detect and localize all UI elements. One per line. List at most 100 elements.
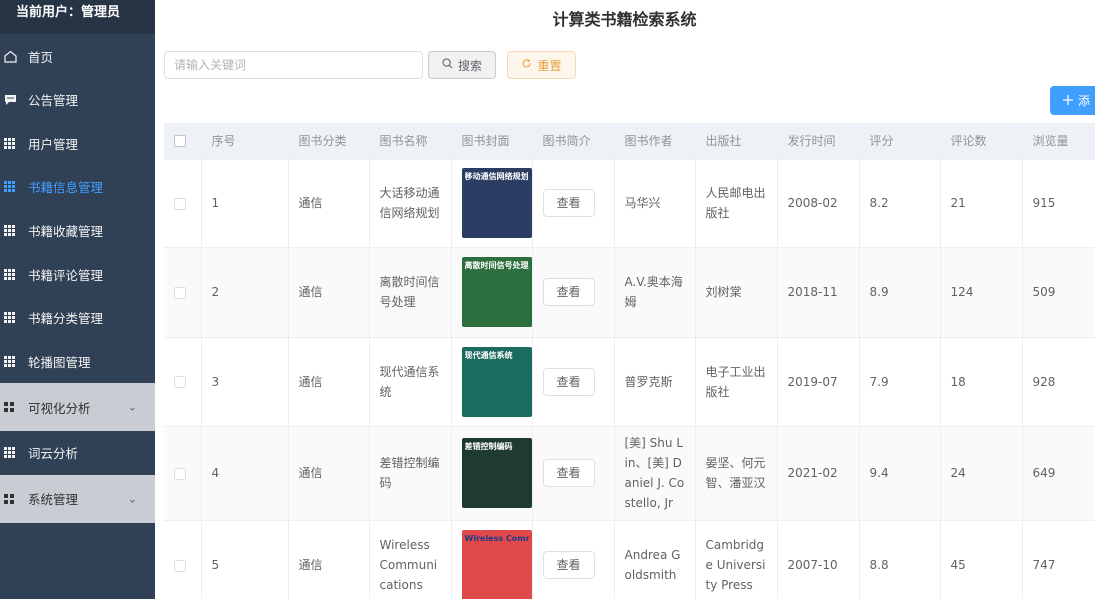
row-checkbox[interactable] (164, 337, 202, 427)
cover-title: 移动通信网络规划 (464, 172, 529, 181)
row-checkbox[interactable] (164, 426, 202, 521)
chevron-down-icon: ⌄ (127, 400, 137, 414)
column-header: 发行时间 (777, 123, 860, 160)
sidebar-item-carousel[interactable]: 轮播图管理 (0, 340, 155, 384)
add-button-label: 添 (1078, 94, 1091, 108)
cell-index: 2 (201, 247, 289, 338)
grid-icon (4, 225, 24, 237)
cell-intro: 查看 (532, 337, 615, 427)
sidebar-item-book-info[interactable]: 书籍信息管理 (0, 165, 155, 209)
cell-cover: 现代通信系统 (451, 337, 533, 427)
cell-date: 2021-02 (777, 426, 860, 521)
cell-index: 4 (201, 426, 289, 521)
table-row: 4 通信 差错控制编码 差错控制编码 查看 [美] Shu Lin、[美] Daniel … (164, 426, 1095, 521)
row-checkbox[interactable] (164, 159, 202, 248)
sidebar-item-users[interactable]: 用户管理 (0, 122, 155, 166)
cell-date: 2007-10 (777, 520, 860, 599)
cover-title: 差错控制编码 (464, 442, 513, 451)
add-button[interactable]: 添 (1050, 86, 1095, 115)
cell-category: 通信 (288, 247, 370, 338)
table-header-row: 序号 图书分类 图书名称 图书封面 图书简介 图书作者 出版社 发行时间 评分 … (164, 123, 1095, 160)
book-cover-image[interactable]: 移动通信网络规划 (461, 168, 532, 238)
home-icon (4, 50, 24, 63)
view-intro-button[interactable]: 查看 (542, 189, 595, 217)
book-cover-image[interactable]: Wireless Communications (461, 530, 532, 599)
cell-cover: 离散时间信号处理 (451, 247, 533, 338)
current-user-label: 当前用户：管理员 (0, 0, 155, 34)
select-all-checkbox[interactable] (164, 123, 202, 160)
view-intro-button[interactable]: 查看 (542, 551, 595, 579)
column-header: 图书分类 (288, 123, 370, 160)
cell-score: 9.4 (859, 426, 941, 521)
sidebar-item-home[interactable]: 首页 (0, 34, 155, 78)
cell-cover: Wireless Communications (451, 520, 533, 599)
row-checkbox[interactable] (164, 247, 202, 338)
sidebar-item-label: 词云分析 (28, 446, 79, 462)
sidebar-item-label: 公告管理 (28, 93, 79, 109)
cell-intro: 查看 (532, 159, 615, 248)
sidebar-item-label: 书籍信息管理 (28, 180, 104, 196)
cell-views: 649 (1022, 426, 1095, 521)
cell-comments: 24 (940, 426, 1023, 521)
menu-grid-icon (4, 493, 24, 504)
table-row: 2 通信 离散时间信号处理 离散时间信号处理 查看 A.V.奥本海姆 刘树棠 2018-11 8… (164, 247, 1095, 338)
search-button[interactable]: 搜索 (428, 51, 496, 79)
cell-author: Andrea Goldsmith (614, 520, 696, 599)
search-input[interactable] (164, 51, 423, 79)
column-header: 评分 (859, 123, 941, 160)
reset-button[interactable]: 重置 (507, 51, 576, 79)
table-row: 3 通信 现代通信系统 现代通信系统 查看 普罗克斯 电子工业出版社 2019-07 7.9 18… (164, 337, 1095, 427)
cell-views: 747 (1022, 520, 1095, 599)
plus-icon (1063, 94, 1073, 108)
search-icon (442, 58, 453, 72)
sidebar-item-notices[interactable]: 公告管理 (0, 78, 155, 122)
cell-intro: 查看 (532, 520, 615, 599)
view-intro-button[interactable]: 查看 (542, 278, 595, 306)
sidebar-item-favorites[interactable]: 书籍收藏管理 (0, 209, 155, 253)
cell-cover: 差错控制编码 (451, 426, 533, 521)
cell-comments: 124 (940, 247, 1023, 338)
cell-cover: 移动通信网络规划 (451, 159, 533, 248)
column-header: 图书名称 (369, 123, 452, 160)
cell-book-name: 差错控制编码 (369, 426, 452, 521)
cell-views: 915 (1022, 159, 1095, 248)
cell-views: 509 (1022, 247, 1095, 338)
cell-author: 普罗克斯 (614, 337, 696, 427)
book-cover-image[interactable]: 差错控制编码 (461, 438, 532, 508)
cell-author: A.V.奥本海姆 (614, 247, 696, 338)
book-cover-image[interactable]: 现代通信系统 (461, 346, 532, 417)
cell-date: 2019-07 (777, 337, 860, 427)
books-table: 序号 图书分类 图书名称 图书封面 图书简介 图书作者 出版社 发行时间 评分 … (164, 123, 1095, 599)
cell-intro: 查看 (532, 247, 615, 338)
sidebar-item-categories[interactable]: 书籍分类管理 (0, 296, 155, 340)
cell-book-name: 现代通信系统 (369, 337, 452, 427)
cell-comments: 45 (940, 520, 1023, 599)
column-header: 图书作者 (614, 123, 696, 160)
view-intro-button[interactable]: 查看 (542, 367, 595, 396)
sidebar-item-wordcloud[interactable]: 词云分析 (0, 431, 155, 475)
cell-category: 通信 (288, 337, 370, 427)
cover-title: 现代通信系统 (464, 350, 513, 360)
book-cover-image[interactable]: 离散时间信号处理 (461, 257, 532, 327)
cover-title: Wireless Communications (464, 534, 529, 543)
grid-icon (4, 268, 24, 280)
cell-publisher: 晏坚、何元智、潘亚汉 (695, 426, 778, 521)
column-header: 图书封面 (451, 123, 533, 160)
sidebar-item-comments[interactable]: 书籍评论管理 (0, 252, 155, 296)
cell-index: 3 (201, 337, 289, 427)
table-row: 1 通信 大话移动通信网络规划 移动通信网络规划 查看 马华兴 人民邮电出版社 2008-02… (164, 159, 1095, 248)
sidebar-submenu-visualization[interactable]: 可视化分析 ⌄ (0, 383, 155, 432)
sidebar-submenu-system[interactable]: 系统管理 ⌄ (0, 474, 155, 523)
view-intro-button[interactable]: 查看 (542, 459, 595, 487)
sidebar-item-label: 用户管理 (28, 136, 79, 152)
column-header: 图书简介 (532, 123, 615, 160)
cell-publisher: 人民邮电出版社 (695, 159, 778, 248)
sidebar: 当前用户：管理员 首页 公告管理 用户管理 书籍信息管理 书籍收藏管理 书籍评论… (0, 0, 155, 599)
cell-author: 马华兴 (614, 159, 696, 248)
reset-button-label: 重置 (537, 58, 562, 73)
column-header: 序号 (201, 123, 289, 160)
table-row: 5通信Wireless CommunicationsWireless Commu… (164, 520, 1095, 599)
row-checkbox[interactable] (164, 520, 202, 599)
cover-title: 离散时间信号处理 (464, 261, 529, 270)
search-button-label: 搜索 (457, 58, 482, 73)
